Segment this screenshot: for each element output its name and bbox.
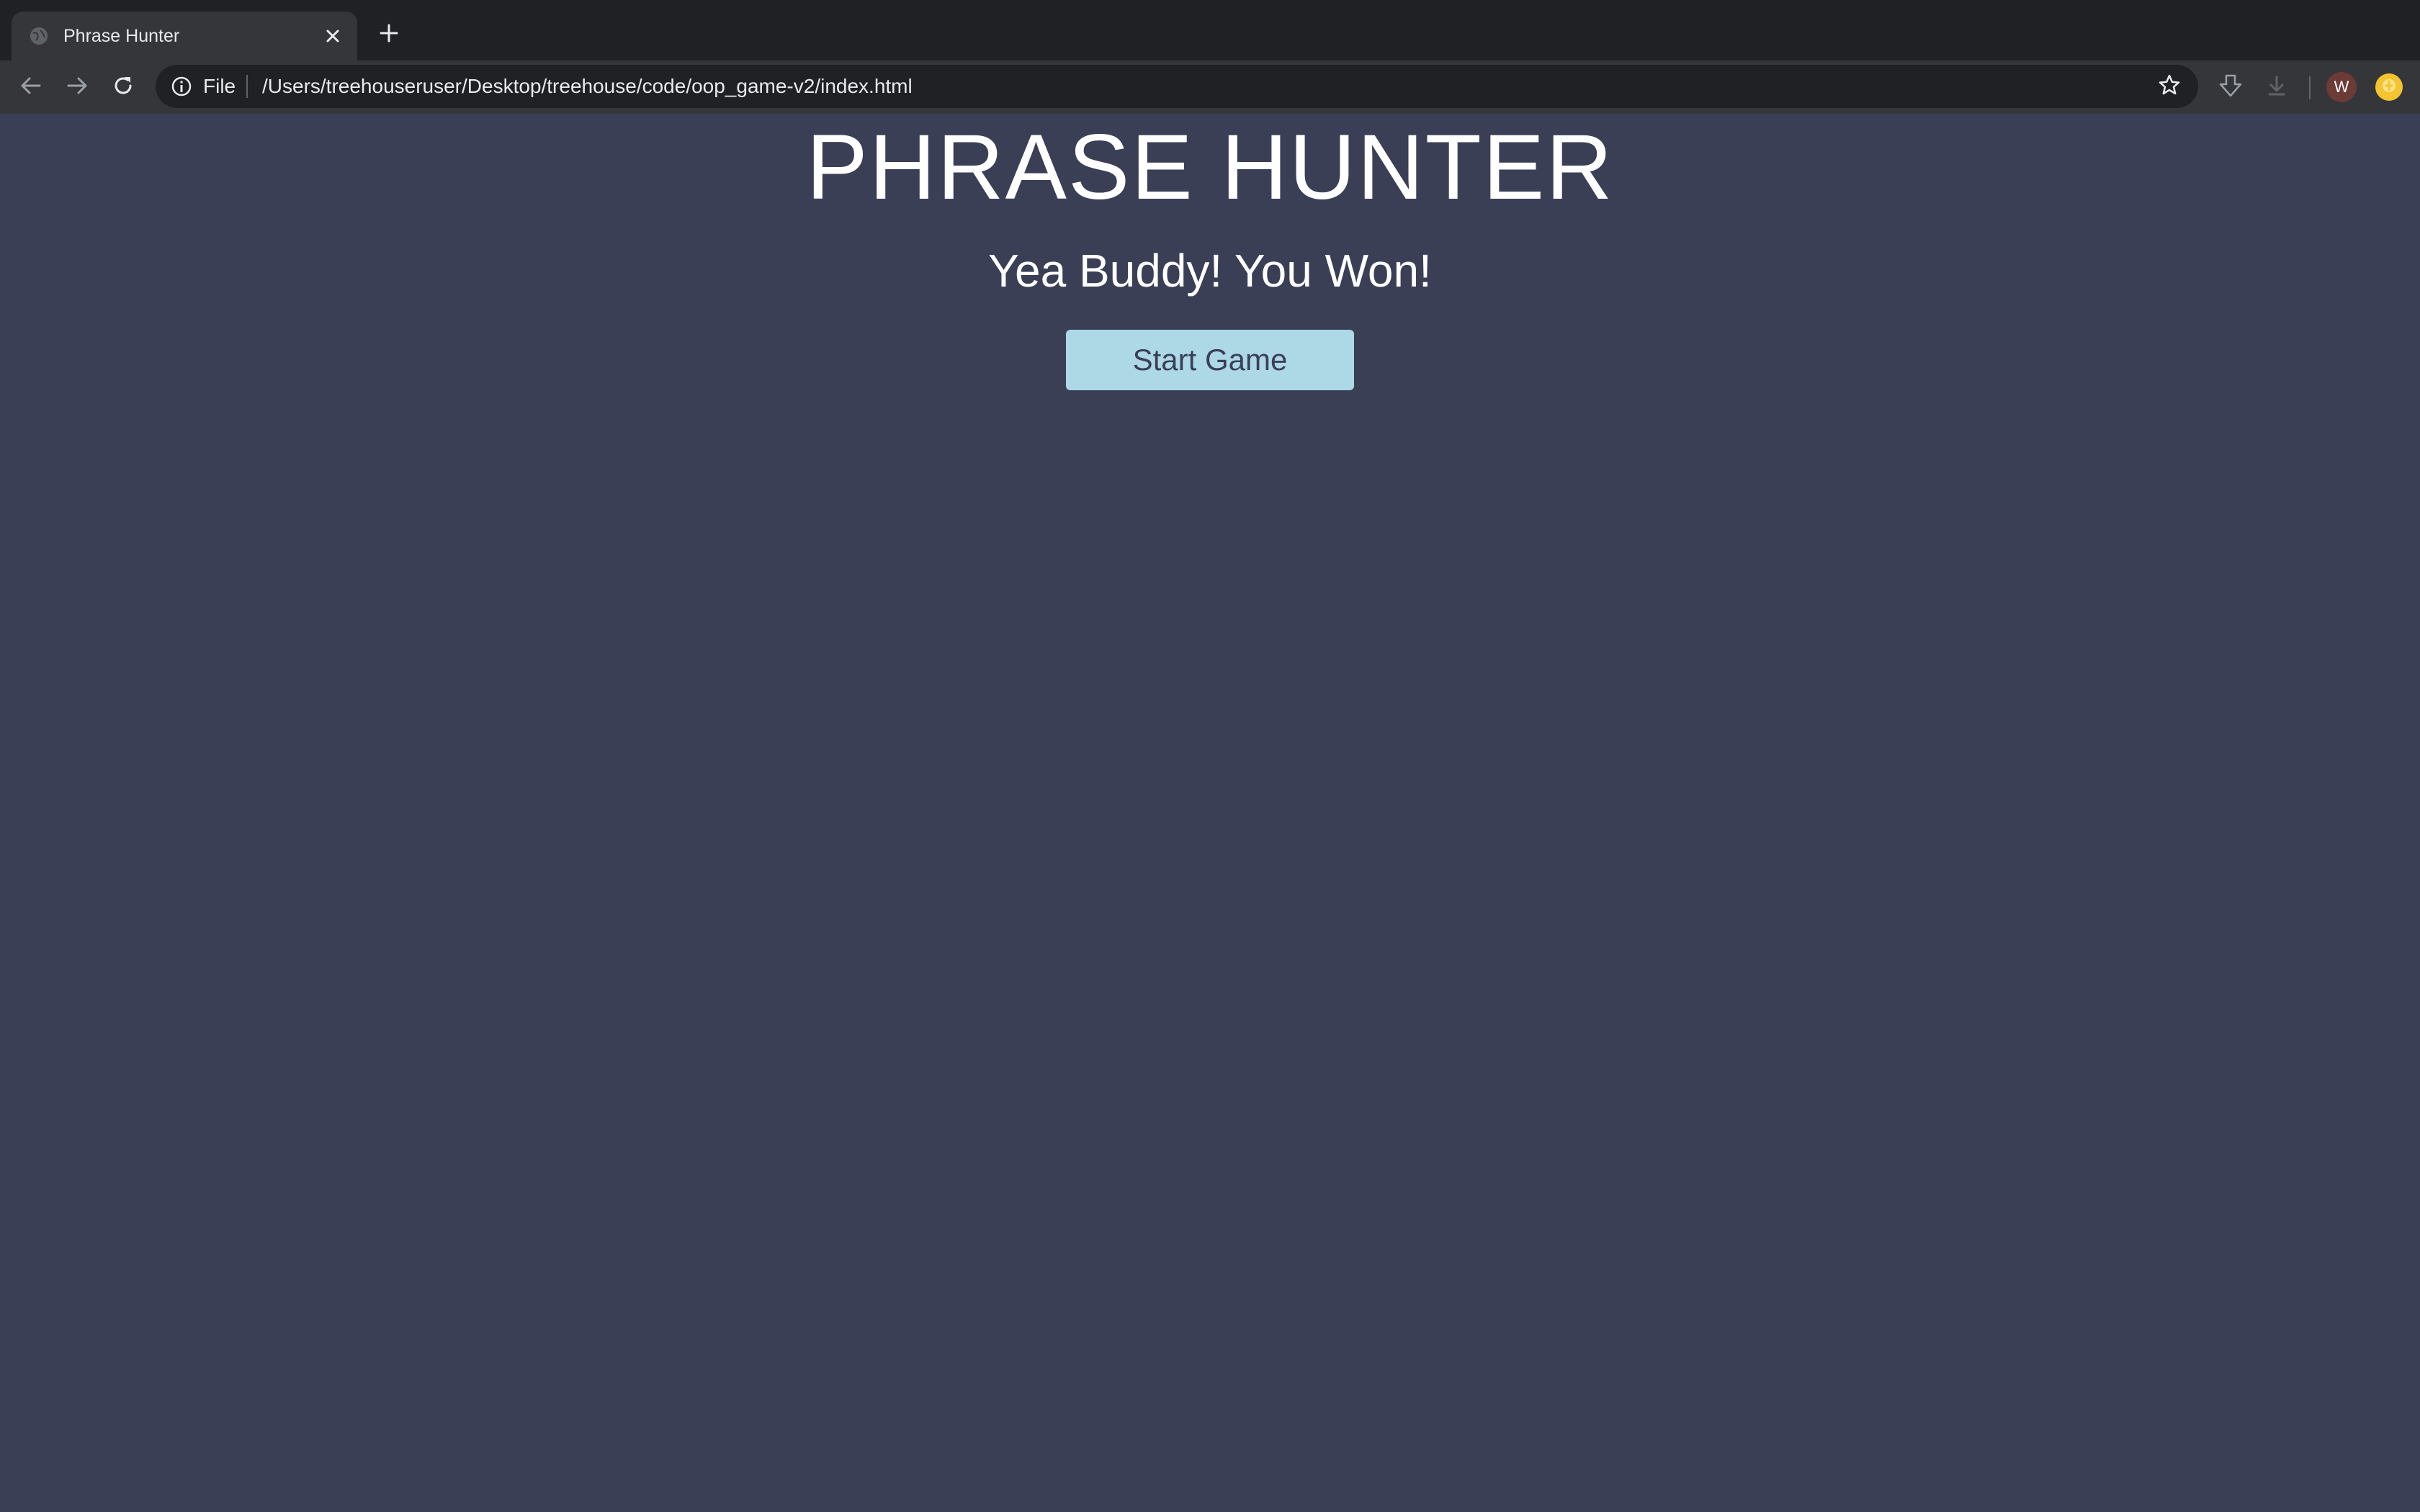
address-bar[interactable]: File /Users/treehouseruser/Desktop/treeh… (156, 65, 2198, 108)
arrow-right-icon (66, 74, 89, 101)
forward-button[interactable] (59, 69, 95, 105)
browser-toolbar: File /Users/treehouseruser/Desktop/treeh… (0, 60, 2420, 114)
extension-button-3[interactable] (2375, 73, 2403, 101)
game-over-message: Yea Buddy! You Won! (988, 245, 1432, 297)
address-separator (246, 75, 248, 98)
download-icon (2265, 74, 2288, 101)
game-page: PHRASE HUNTER Yea Buddy! You Won! Start … (0, 114, 2420, 1512)
info-icon[interactable] (170, 75, 193, 98)
tab-phrase-hunter[interactable]: Phrase Hunter (12, 12, 357, 60)
page-title: PHRASE HUNTER (806, 116, 1614, 219)
toolbar-separator (2309, 76, 2311, 99)
avatar[interactable]: W (2326, 72, 2357, 102)
back-button[interactable] (13, 69, 49, 105)
scheme-label: File (203, 75, 236, 97)
extension-button-2[interactable] (2259, 69, 2295, 105)
star-icon (2158, 73, 2181, 100)
bookmark-button[interactable] (2154, 71, 2185, 102)
tab-title: Phrase Hunter (63, 26, 180, 46)
reload-icon (112, 74, 135, 101)
plus-icon (379, 23, 399, 47)
extension-button-1[interactable] (2213, 69, 2249, 105)
close-icon[interactable] (318, 22, 347, 50)
arrow-left-icon (19, 74, 42, 101)
download-arrow-icon (2218, 73, 2244, 102)
tab-strip: Phrase Hunter (0, 0, 2420, 60)
globe-icon (29, 26, 49, 46)
start-game-button[interactable]: Start Game (1066, 330, 1354, 390)
new-tab-button[interactable] (373, 19, 405, 50)
coin-icon (2380, 77, 2398, 98)
browser-window: Phrase Hunter File /Users/treehouseruser… (0, 0, 2420, 1512)
url-text[interactable]: /Users/treehouseruser/Desktop/treehouse/… (262, 75, 913, 98)
reload-button[interactable] (105, 69, 141, 105)
